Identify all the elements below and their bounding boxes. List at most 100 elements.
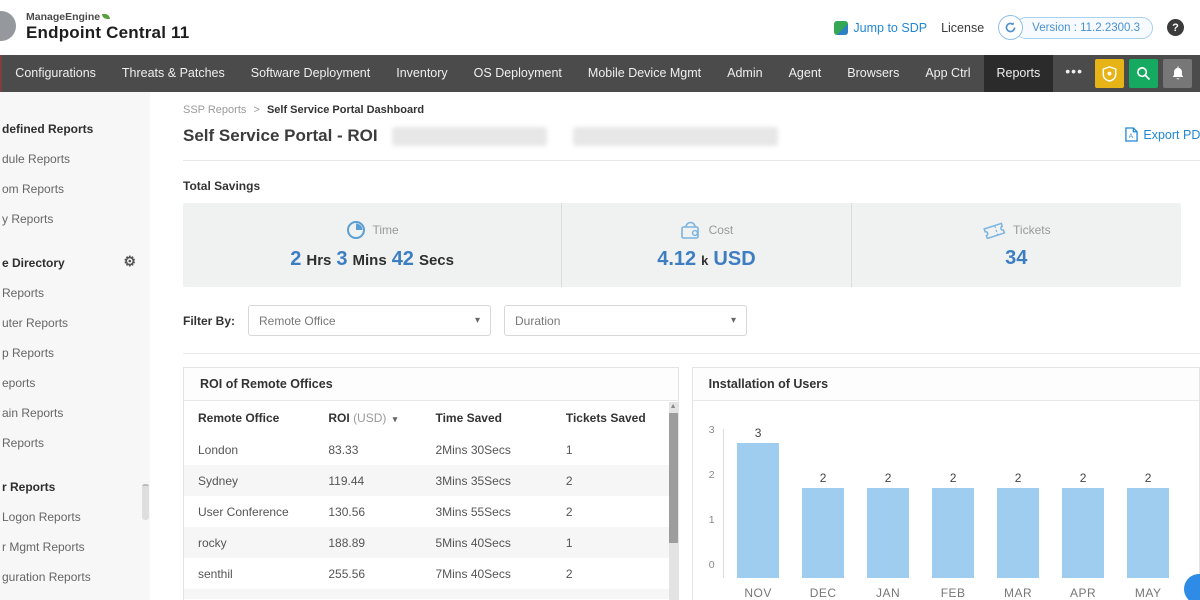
filter-row: Filter By: Remote Office ▾ Duration ▾ [183, 305, 1200, 336]
bar-jan[interactable] [867, 488, 909, 578]
export-pdf-button[interactable]: A Export PDF [1125, 127, 1200, 142]
chevron-down-icon: ▾ [475, 315, 480, 326]
sidebar-item-threats-patches-reports[interactable]: ts & Patches Reports [0, 592, 150, 600]
table-row[interactable]: Sydney 119.44 3Mins 35Secs 2 [184, 465, 678, 496]
tab-configurations[interactable]: Configurations [2, 55, 109, 92]
top-header: ManageEngine Endpoint Central 11 Jump to… [0, 0, 1200, 55]
sidebar-item-group-reports[interactable]: p Reports [0, 338, 150, 368]
pdf-document-icon: A [1125, 127, 1138, 142]
svg-text:A: A [1129, 133, 1134, 140]
sort-caret-icon: ▾ [393, 414, 398, 424]
tab-threats-patches[interactable]: Threats & Patches [109, 55, 238, 92]
bar-nov[interactable] [737, 443, 779, 578]
bar-apr[interactable] [1062, 488, 1104, 578]
tab-os-deployment[interactable]: OS Deployment [461, 55, 575, 92]
bar-dec[interactable] [802, 488, 844, 578]
tab-admin[interactable]: Admin [714, 55, 775, 92]
filter-by-label: Filter By: [183, 314, 235, 328]
chart-plot: 3 2 2 2 2 2 2 [726, 429, 1199, 578]
cost-value: 4.12 k USD [657, 248, 755, 271]
reports-sidebar: defined Reports dule Reports om Reports … [0, 92, 150, 600]
sidebar-item-user-reports[interactable]: r Reports [0, 472, 150, 502]
redacted-text [392, 127, 547, 146]
app-window: ManageEngine Endpoint Central 11 Jump to… [0, 0, 1200, 600]
sidebar-item-schedule-reports[interactable]: dule Reports [0, 144, 150, 174]
sidebar-item-query-reports[interactable]: y Reports [0, 204, 150, 234]
breadcrumb: SSP Reports > Self Service Portal Dashbo… [183, 104, 1200, 116]
clock-icon [346, 220, 366, 240]
total-savings-label: Total Savings [183, 179, 1200, 193]
col-roi-sortable[interactable]: ROI (USD) ▾ [328, 411, 435, 425]
tab-browsers[interactable]: Browsers [834, 55, 912, 92]
sidebar-item-configuration-reports[interactable]: guration Reports [0, 562, 150, 592]
breadcrumb-separator: > [253, 104, 259, 116]
brand-product-name: Endpoint Central 11 [26, 24, 189, 43]
remote-office-dropdown[interactable]: Remote Office ▾ [248, 305, 491, 336]
notifications-button[interactable] [1163, 59, 1192, 88]
savings-time: Time 2Hrs 3Mins 42Secs [183, 203, 562, 287]
table-row[interactable]: rocky 188.89 5Mins 40Secs 1 [184, 527, 678, 558]
jump-to-sdp-link[interactable]: Jump to SDP [834, 21, 927, 35]
redacted-text [573, 127, 778, 146]
nav-more-menu[interactable]: ••• [1053, 55, 1095, 92]
sidebar-item-domain-reports[interactable]: ain Reports [0, 398, 150, 428]
col-remote-office: Remote Office [198, 411, 328, 425]
header-actions: Jump to SDP License Version : 11.2.2300.… [834, 15, 1184, 40]
y-axis-line [723, 429, 724, 578]
sidebar-item-active-directory[interactable]: e Directory ⚙ [0, 248, 150, 278]
total-savings-panel: Time 2Hrs 3Mins 42Secs [183, 203, 1181, 287]
x-axis-labels: NOV DEC JAN FEB MAR APR MAY [726, 586, 1199, 600]
bar-may[interactable] [1127, 488, 1169, 578]
leaf-icon [102, 14, 110, 19]
gear-icon[interactable]: ⚙ [123, 253, 136, 270]
title-divider [183, 160, 1200, 161]
wallet-icon [680, 220, 702, 240]
sidebar-item-gpo-reports[interactable]: Reports [0, 428, 150, 458]
breadcrumb-current: Self Service Portal Dashboard [267, 104, 424, 116]
duration-dropdown[interactable]: Duration ▾ [504, 305, 747, 336]
search-button[interactable] [1129, 59, 1158, 88]
breadcrumb-parent[interactable]: SSP Reports [183, 104, 246, 116]
security-shield-button[interactable] [1095, 59, 1124, 88]
scrollbar-thumb[interactable] [669, 413, 678, 543]
chevron-down-icon: ▾ [731, 315, 736, 326]
installation-chart-panel: Installation of Users 3 2 1 0 3 2 2 [692, 367, 1200, 600]
tab-agent[interactable]: Agent [776, 55, 835, 92]
version-widget: Version : 11.2.2300.3 [998, 15, 1153, 40]
sdp-icon [834, 21, 848, 35]
sidebar-item-power-mgmt-reports[interactable]: r Mgmt Reports [0, 532, 150, 562]
sidebar-item-user-logon-reports[interactable]: Logon Reports [0, 502, 150, 532]
tab-app-ctrl[interactable]: App Ctrl [912, 55, 983, 92]
shield-icon [1102, 66, 1117, 82]
bar-chart: 3 2 1 0 3 2 2 2 2 2 2 [693, 401, 1199, 600]
title-row: Self Service Portal - ROI A Export PDF [183, 124, 1200, 148]
chart-title: Installation of Users [693, 368, 1199, 401]
table-scrollbar[interactable]: ▲ [669, 402, 678, 600]
tab-software-deployment[interactable]: Software Deployment [238, 55, 384, 92]
tickets-value: 34 [1005, 247, 1027, 270]
ticket-icon [982, 220, 1006, 239]
sidebar-item-user-reports-ad[interactable]: Reports [0, 278, 150, 308]
bell-icon [1171, 66, 1185, 81]
table-row[interactable]: senthil 255.56 7Mins 40Secs 2 [184, 558, 678, 589]
tab-inventory[interactable]: Inventory [383, 55, 460, 92]
bar-feb[interactable] [932, 488, 974, 578]
table-row[interactable]: User Conference 130.56 3Mins 55Secs 2 [184, 496, 678, 527]
sidebar-item-predefined-reports[interactable]: defined Reports [0, 114, 150, 144]
bar-mar[interactable] [997, 488, 1039, 578]
scroll-up-arrow-icon[interactable]: ▲ [669, 403, 678, 410]
table-row[interactable] [184, 589, 678, 599]
sidebar-item-ou-reports[interactable]: eports [0, 368, 150, 398]
tab-mobile-device-mgmt[interactable]: Mobile Device Mgmt [575, 55, 714, 92]
sidebar-scroll-handle[interactable] [142, 484, 149, 520]
tab-reports[interactable]: Reports [984, 55, 1054, 92]
sidebar-item-custom-reports[interactable]: om Reports [0, 174, 150, 204]
license-link[interactable]: License [941, 21, 984, 35]
help-icon[interactable]: ? [1167, 19, 1184, 36]
table-row[interactable]: London 83.33 2Mins 30Secs 1 [184, 434, 678, 465]
refresh-version-icon[interactable] [998, 15, 1023, 40]
roi-table: Remote Office ROI (USD) ▾ Time Saved Tic… [184, 401, 678, 599]
sidebar-item-computer-reports[interactable]: uter Reports [0, 308, 150, 338]
roi-panel: ROI of Remote Offices Remote Office ROI … [183, 367, 679, 600]
page-title: Self Service Portal - ROI [183, 126, 378, 146]
